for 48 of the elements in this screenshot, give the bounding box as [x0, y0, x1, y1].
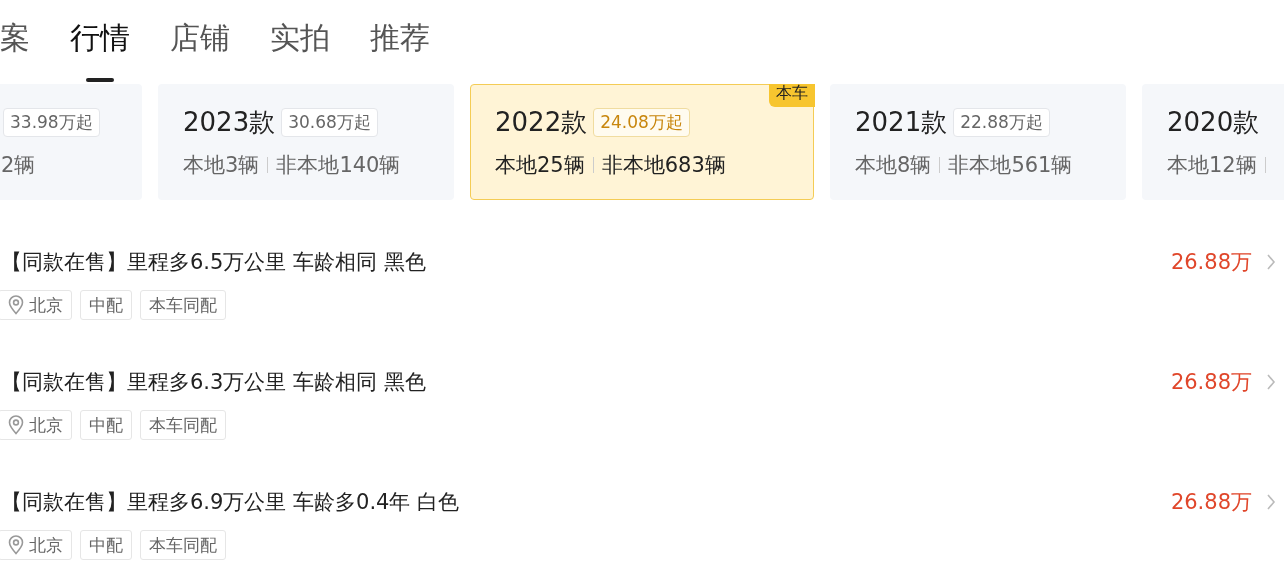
location-pin-icon — [7, 295, 25, 315]
listing-tag: 北京 — [0, 290, 72, 320]
nonlocal-count: 非本地683辆 — [601, 152, 726, 179]
listing-price: 26.88万 — [1170, 249, 1252, 276]
listing-tag: 中配 — [80, 410, 132, 440]
year-card[interactable]: 2020款 本地12辆 — [1142, 84, 1284, 200]
year-card[interactable]: 2023款 30.68万起 本地3辆 非本地140辆 — [158, 84, 454, 200]
nonlocal-count: 非本地140辆 — [276, 152, 401, 179]
local-count: 本地25辆 — [495, 152, 585, 179]
nonlocal-count: 非本地561辆 — [948, 152, 1073, 179]
location-pin-icon — [7, 535, 25, 555]
model-year: 2023款 — [183, 105, 276, 139]
current-car-badge: 本车 — [769, 84, 815, 107]
listing-title[interactable]: 【同款在售】里程多6.9万公里 车龄多0.4年 白色 — [1, 482, 460, 522]
listing-tag: 中配 — [80, 290, 132, 320]
listing-title[interactable]: 【同款在售】里程多6.3万公里 车龄相同 黑色 — [1, 362, 426, 402]
tab[interactable]: 店铺 — [170, 16, 230, 82]
tab[interactable]: 行情 — [70, 16, 130, 82]
starting-price: 22.88万起 — [953, 107, 1050, 137]
starting-price: 33.98万起 — [3, 107, 100, 137]
model-year: 2020款 — [1167, 105, 1260, 139]
model-year: 2021款 — [855, 105, 948, 139]
listing-title[interactable]: 【同款在售】里程多6.5万公里 车龄相同 黑色 — [1, 242, 426, 282]
tab[interactable]: 实拍 — [270, 16, 330, 82]
chevron-right-icon[interactable] — [1266, 373, 1276, 391]
tab[interactable]: 推荐 — [370, 16, 430, 82]
listing-tag: 北京 — [0, 530, 72, 560]
starting-price: 24.08万起 — [593, 107, 690, 137]
year-card[interactable]: 本车 2022款 24.08万起 本地25辆 非本地683辆 — [470, 84, 814, 200]
model-year: 2022款 — [495, 105, 588, 139]
listing-tag: 中配 — [80, 530, 132, 560]
local-count: 2辆 — [1, 152, 36, 179]
year-card[interactable]: 33.98万起 2辆 — [0, 84, 142, 200]
location-pin-icon — [7, 415, 25, 435]
listing-price: 26.88万 — [1170, 369, 1252, 396]
listing-tag: 本车同配 — [140, 290, 226, 320]
starting-price: 30.68万起 — [281, 107, 378, 137]
year-card[interactable]: 2021款 22.88万起 本地8辆 非本地561辆 — [830, 84, 1126, 200]
tab[interactable]: 案 — [0, 16, 30, 82]
listing-tag: 本车同配 — [140, 410, 226, 440]
listing-tag: 本车同配 — [140, 530, 226, 560]
listing-tag: 北京 — [0, 410, 72, 440]
local-count: 本地3辆 — [183, 152, 260, 179]
chevron-right-icon[interactable] — [1266, 493, 1276, 511]
local-count: 本地8辆 — [855, 152, 932, 179]
chevron-right-icon[interactable] — [1266, 253, 1276, 271]
local-count: 本地12辆 — [1167, 152, 1257, 179]
listing-price: 26.88万 — [1170, 489, 1252, 516]
